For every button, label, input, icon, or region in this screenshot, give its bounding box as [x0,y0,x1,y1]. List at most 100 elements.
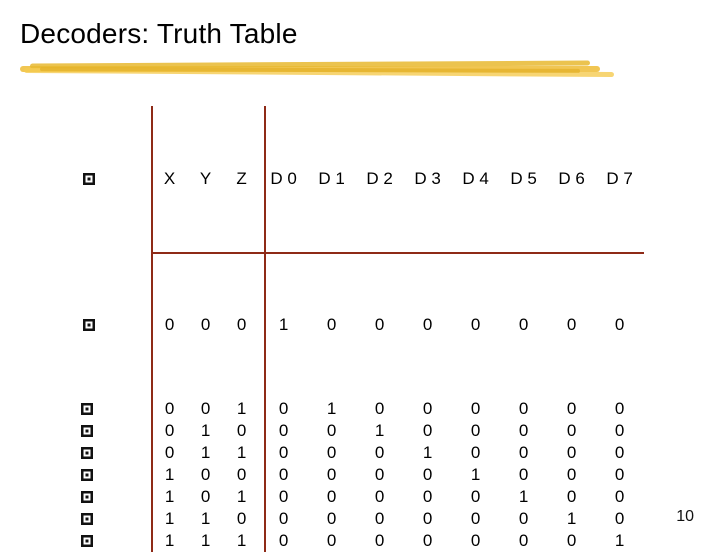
cell-d2: 1 [356,420,404,442]
cell-y: 1 [188,442,224,464]
cell-d6: 0 [548,530,596,552]
cell-d2: 0 [356,530,404,552]
cell-d6: 1 [548,508,596,530]
bullet-icon [80,468,94,482]
cell-x: 0 [152,252,188,398]
cell-d5: 1 [500,486,548,508]
cell-y: 1 [188,508,224,530]
cell-d5: 0 [500,530,548,552]
cell-d7: 0 [596,486,644,508]
table-row: 1 1 0 0 0 0 0 0 0 1 0 [22,508,644,530]
cell-d4: 0 [452,442,500,464]
table-rule-vertical-2 [264,106,266,552]
slide: Decoders: Truth Table [0,0,720,540]
table-row: 0 0 1 0 1 0 0 0 0 0 0 [22,398,644,420]
bullet-icon [82,128,144,230]
cell-d1: 0 [308,486,356,508]
cell-d1: 1 [308,398,356,420]
cell-d7: 0 [596,442,644,464]
cell-d1: 0 [308,252,356,398]
cell-d4: 0 [452,530,500,552]
page-number: 10 [676,508,694,526]
cell-d3: 1 [404,442,452,464]
col-header-z: Z [224,106,260,252]
cell-d3: 0 [404,398,452,420]
cell-d0: 0 [260,486,308,508]
cell-d6: 0 [548,464,596,486]
table-row: 0 1 1 0 0 0 1 0 0 0 0 [22,442,644,464]
bullet-icon [80,534,94,548]
cell-d3: 0 [404,420,452,442]
cell-z: 0 [224,508,260,530]
cell-z: 0 [224,420,260,442]
cell-d2: 0 [356,398,404,420]
cell-d6: 0 [548,398,596,420]
cell-d4: 0 [452,420,500,442]
cell-z: 1 [224,442,260,464]
cell-y: 0 [188,486,224,508]
bullet-icon [80,402,94,416]
cell-d5: 0 [500,508,548,530]
bullet-icon [82,274,144,376]
cell-d5: 0 [500,464,548,486]
cell-x: 0 [152,420,188,442]
cell-d7: 0 [596,420,644,442]
cell-d4: 1 [452,464,500,486]
cell-d5: 0 [500,420,548,442]
col-header-d3: D 3 [404,106,452,252]
bullet-icon [80,446,94,460]
bullet-header-cell [22,106,152,252]
cell-d1: 0 [308,530,356,552]
cell-d3: 0 [404,252,452,398]
col-header-d2: D 2 [356,106,404,252]
col-header-d7: D 7 [596,106,644,252]
cell-d2: 0 [356,508,404,530]
cell-d5: 0 [500,398,548,420]
cell-d7: 0 [596,464,644,486]
cell-d0: 0 [260,420,308,442]
bullet-cell [22,252,152,398]
cell-d0: 0 [260,464,308,486]
cell-d2: 0 [356,442,404,464]
table-rule-horizontal [151,252,644,254]
cell-d7: 1 [596,530,644,552]
cell-d0: 0 [260,530,308,552]
cell-z: 1 [224,530,260,552]
table-body: 0 0 0 1 0 0 0 0 0 0 0 0 0 1 0 [22,252,644,552]
cell-d1: 0 [308,464,356,486]
table-area: X Y Z D 0 D 1 D 2 D 3 D 4 D 5 D 6 D 7 [22,106,702,552]
cell-d0: 1 [260,252,308,398]
cell-z: 0 [224,252,260,398]
cell-x: 0 [152,398,188,420]
title-block: Decoders: Truth Table [20,18,700,50]
cell-x: 0 [152,442,188,464]
table-rule-vertical-1 [151,106,153,552]
table-row: 0 1 0 0 0 1 0 0 0 0 0 [22,420,644,442]
cell-d1: 0 [308,420,356,442]
bullet-icon [80,490,94,504]
cell-y: 1 [188,420,224,442]
cell-z: 1 [224,398,260,420]
col-header-d6: D 6 [548,106,596,252]
cell-x: 1 [152,530,188,552]
cell-z: 1 [224,486,260,508]
cell-z: 0 [224,464,260,486]
col-header-d4: D 4 [452,106,500,252]
col-header-x: X [152,106,188,252]
cell-x: 1 [152,508,188,530]
brush-underline [20,62,620,76]
cell-d2: 0 [356,252,404,398]
cell-d2: 0 [356,486,404,508]
cell-d5: 0 [500,252,548,398]
cell-d3: 0 [404,464,452,486]
cell-d7: 0 [596,508,644,530]
cell-d5: 0 [500,442,548,464]
cell-d7: 0 [596,252,644,398]
cell-y: 1 [188,530,224,552]
bullet-icon [80,424,94,438]
cell-y: 0 [188,464,224,486]
cell-x: 1 [152,464,188,486]
cell-y: 0 [188,398,224,420]
bullet-icon [80,512,94,526]
col-header-d5: D 5 [500,106,548,252]
